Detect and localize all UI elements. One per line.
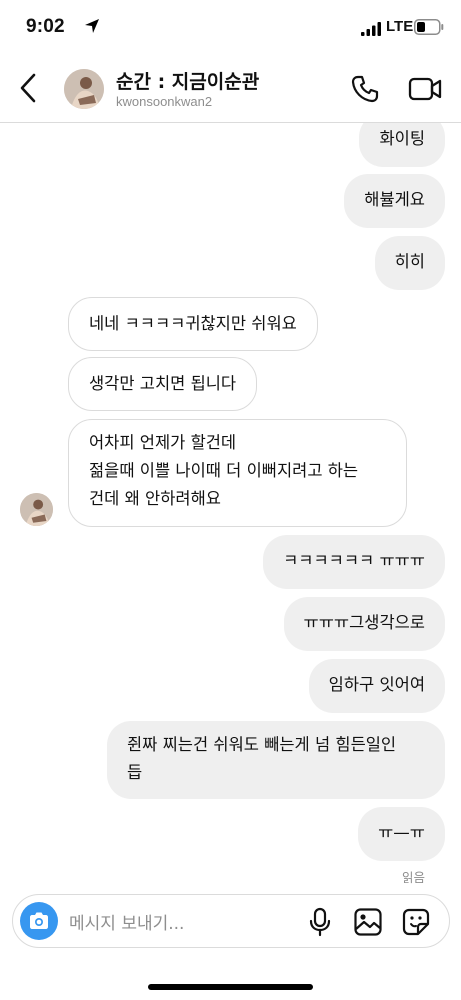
back-chevron-icon[interactable]: [18, 72, 38, 104]
camera-button[interactable]: [20, 902, 58, 940]
message-line: 어차피 언제가 할건데: [89, 433, 237, 452]
message-text: ㅋㅋㅋㅋㅋㅋ ㅠㅠㅠ: [283, 551, 425, 570]
video-call-icon[interactable]: [408, 74, 442, 104]
message-bubble-sent[interactable]: ㅠㅠㅠ그생각으로: [283, 597, 445, 651]
message-bubble-received[interactable]: 어차피 언제가 할건데 젊을때 이쁠 나이때 더 이뻐지려고 하는 건데 왜 안…: [68, 419, 407, 527]
sticker-icon[interactable]: [401, 907, 431, 937]
message-text: 히히: [394, 252, 425, 271]
message-thread[interactable]: 화이팅 해뷸게요 히히 네네 ㅋㅋㅋㅋ귀찮지만 쉬워요 생각만 고치면 됩니다 …: [0, 123, 461, 893]
message-line: 젊을때 이쁠 나이때 더 이뻐지려고 하는: [89, 461, 359, 480]
message-text: 화이팅: [379, 129, 425, 148]
location-arrow-icon: [85, 19, 99, 33]
sender-avatar[interactable]: [20, 493, 53, 526]
message-bubble-sent[interactable]: 쥔짜 찌는건 쉬워도 빼는게 넘 힘든일인 듭: [107, 721, 445, 799]
home-indicator: [148, 984, 313, 990]
message-text: ㅠㅠㅠ그생각으로: [303, 613, 425, 632]
message-composer[interactable]: 메시지 보내기...: [12, 894, 450, 948]
message-text: 임하구 잇어여: [328, 675, 425, 694]
status-time: 9:02: [26, 16, 65, 37]
phone-call-icon[interactable]: [350, 74, 380, 104]
battery-icon: [414, 19, 444, 35]
message-bubble-sent[interactable]: 히히: [374, 236, 445, 290]
contact-name[interactable]: 순간 : 지금이순관: [116, 67, 259, 94]
contact-username[interactable]: kwonsoonkwan2: [116, 94, 212, 109]
message-bubble-sent[interactable]: 해뷸게요: [344, 174, 445, 228]
microphone-icon[interactable]: [309, 907, 331, 937]
message-line: 듭: [127, 763, 143, 782]
gallery-image-icon[interactable]: [353, 907, 383, 937]
message-bubble-received[interactable]: 생각만 고치면 됩니다: [68, 357, 258, 411]
message-text: 생각만 고치면 됩니다: [89, 374, 237, 393]
message-line: 쥔짜 찌는건 쉬워도 빼는게 넘 힘든일인: [127, 735, 397, 754]
chat-header: 순간 : 지금이순관 kwonsoonkwan2: [0, 56, 461, 123]
message-text: 네네 ㅋㅋㅋㅋ귀찮지만 쉬워요: [89, 314, 297, 333]
seen-receipt: 읽음: [401, 870, 425, 885]
status-bar: 9:02 LTE: [0, 0, 461, 56]
message-input[interactable]: 메시지 보내기...: [69, 909, 184, 934]
message-bubble-sent[interactable]: ㅠ—ㅠ: [358, 807, 445, 861]
message-text: ㅠ—ㅠ: [378, 823, 425, 842]
camera-icon: [30, 912, 48, 929]
network-label: LTE: [386, 18, 414, 35]
message-bubble-received[interactable]: 네네 ㅋㅋㅋㅋ귀찮지만 쉬워요: [68, 297, 318, 351]
avatar-photo: [64, 69, 104, 109]
avatar[interactable]: [64, 69, 104, 109]
signal-bars-icon: [361, 22, 381, 36]
message-bubble-sent[interactable]: 임하구 잇어여: [308, 659, 445, 713]
message-bubble-sent[interactable]: 화이팅: [359, 123, 445, 167]
message-line: 건데 왜 안하려해요: [89, 489, 221, 508]
message-text: 해뷸게요: [364, 190, 425, 209]
message-bubble-sent[interactable]: ㅋㅋㅋㅋㅋㅋ ㅠㅠㅠ: [263, 535, 445, 589]
avatar-photo: [20, 493, 53, 526]
